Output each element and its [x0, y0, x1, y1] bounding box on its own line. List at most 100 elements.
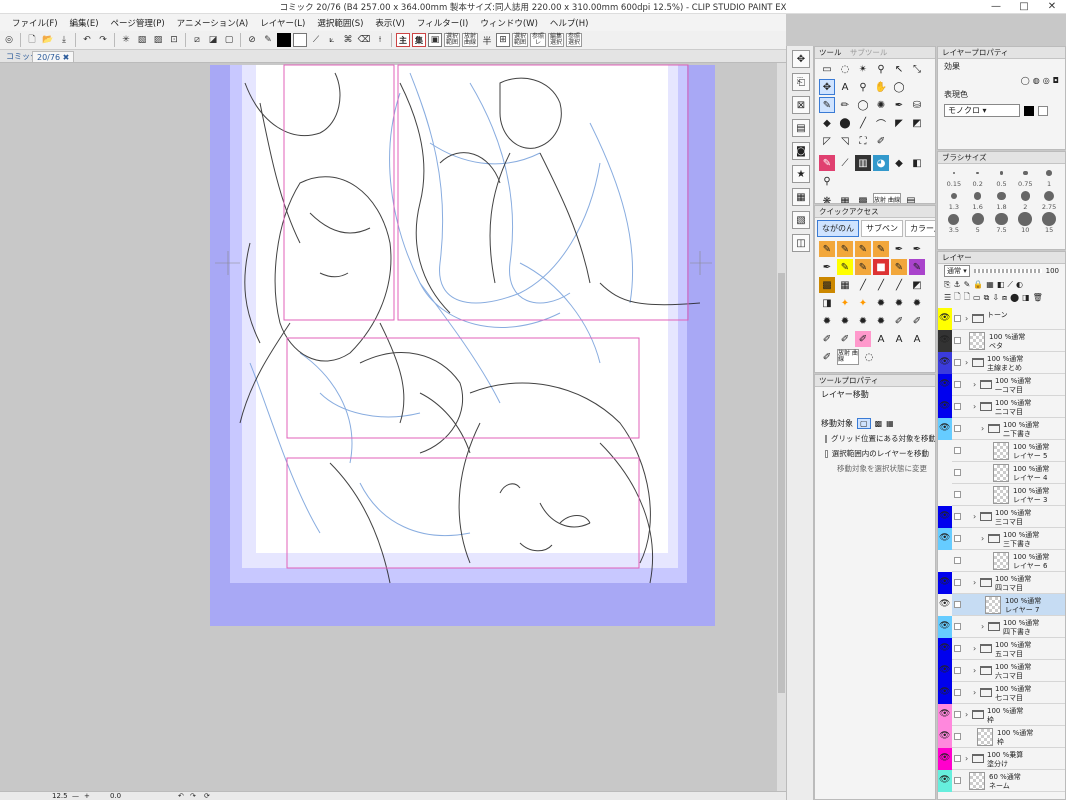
expression-dropdown[interactable]: モノクロ ▾ [944, 104, 1020, 117]
pen-preset-icon[interactable]: ✒ [909, 241, 925, 257]
rotate-icon[interactable]: ◯ [891, 79, 907, 95]
open-folder-icon[interactable]: 📂 [41, 33, 55, 47]
texture-icon[interactable]: ▦ [837, 277, 853, 293]
brush-size-option[interactable]: 1.6 [966, 189, 990, 211]
layer-row[interactable]: 100 %通常 レイヤー 3 [938, 484, 1065, 506]
layer-lock-checkbox[interactable] [954, 535, 961, 542]
expand-chevron-icon[interactable]: › [973, 578, 976, 587]
layer-row[interactable]: 👁 › 100 %通常枠 [938, 704, 1065, 726]
layer-lock-checkbox[interactable] [954, 425, 961, 432]
expand-chevron-icon[interactable]: › [973, 688, 976, 697]
selection-range-button-2[interactable]: 選択 範囲 [512, 33, 528, 47]
layer-clip-icon[interactable]: ⎘ [944, 280, 950, 290]
angle-value[interactable]: 0.0 [110, 792, 121, 800]
clear-icon[interactable]: ▧ [135, 33, 149, 47]
brush-size-option[interactable]: 3.5 [942, 212, 966, 234]
layer-row[interactable]: 👁 › 100 %通常 主線まとめ [938, 352, 1065, 374]
qa-tab-naganon[interactable]: ながのん [817, 220, 859, 237]
expand-chevron-icon[interactable]: › [973, 512, 976, 521]
brush-size-option[interactable]: 0.75 [1013, 166, 1037, 188]
expand-chevron-icon[interactable]: › [973, 402, 976, 411]
pattern-4-icon[interactable]: ▤ [903, 193, 919, 204]
reference-layer-button[interactable]: 参照 レ [530, 33, 546, 47]
layer-row[interactable]: 👁 100 %通常 レイヤー 7 [938, 594, 1065, 616]
visibility-eye-icon[interactable]: 👁 [939, 511, 950, 521]
correction-icon[interactable]: ✐ [873, 133, 889, 149]
layer-lock-checkbox[interactable] [954, 755, 961, 762]
text-icon[interactable]: A [837, 79, 853, 95]
move-tool-icon[interactable]: ✥ [792, 50, 810, 68]
layer-lock-checkbox[interactable] [954, 315, 961, 322]
visibility-eye-icon[interactable]: 👁 [939, 775, 950, 785]
layer-row[interactable]: 👁 100 %通常枠 [938, 726, 1065, 748]
visibility-eye-icon[interactable]: 👁 [939, 665, 950, 675]
layer-lock-checkbox[interactable] [954, 557, 961, 564]
menu-filter[interactable]: フィルター(I) [411, 17, 474, 29]
layer-lock-checkbox[interactable] [954, 667, 961, 674]
pink-pen-icon[interactable]: ✎ [819, 155, 835, 171]
layer-lock-checkbox[interactable] [954, 447, 961, 454]
zoom-in-icon[interactable]: + [84, 792, 90, 800]
visibility-eye-icon[interactable]: 👁 [939, 313, 950, 323]
zoom-icon[interactable]: ⚲ [855, 79, 871, 95]
marker-icon[interactable]: ✎ [837, 259, 853, 275]
transform-tool-icon[interactable]: ⊠ [792, 96, 810, 114]
layer-row[interactable]: 👁 › 100 %通常 二下書き [938, 418, 1065, 440]
layer-row[interactable]: 👁 › 100 %通常 七コマ目 [938, 682, 1065, 704]
layer-row[interactable]: 👁 › 100 %乗算 塗分け [938, 748, 1065, 770]
pen-preset-icon[interactable]: ✎ [855, 241, 871, 257]
combine-icon[interactable]: ⧈ [1002, 293, 1007, 303]
move-layer-icon[interactable]: ✥ [819, 79, 835, 95]
radial-curve-button[interactable]: 放射 曲線 [462, 33, 478, 47]
maximize-button[interactable]: □ [1010, 0, 1038, 14]
menu-window[interactable]: ウィンドウ(W) [474, 17, 544, 29]
sparkle-icon[interactable]: ✦ [837, 295, 853, 311]
visibility-eye-icon[interactable]: 👁 [939, 577, 950, 587]
layer-lock-checkbox[interactable] [954, 337, 961, 344]
expand-chevron-icon[interactable]: › [973, 666, 976, 675]
canvas-vertical-scrollbar[interactable] [777, 63, 786, 791]
menu-file[interactable]: ファイル(F) [6, 17, 64, 29]
expand-chevron-icon[interactable]: › [981, 622, 984, 631]
effect-border-icon[interactable]: ◯ [1021, 76, 1030, 85]
visibility-eye-icon[interactable]: 👁 [939, 753, 950, 763]
transform-icon[interactable]: ⊡ [167, 33, 181, 47]
zoom-out-icon[interactable]: — [72, 792, 79, 800]
star-icon[interactable]: ★ [792, 165, 810, 183]
layer-lock-checkbox[interactable] [954, 513, 961, 520]
scrollbar-thumb[interactable] [778, 273, 785, 693]
visibility-eye-icon[interactable]: 👁 [939, 599, 950, 609]
eraser-tool-icon[interactable]: ◆ [819, 115, 835, 131]
brush-size-option[interactable]: 1.3 [942, 189, 966, 211]
magic-wand-icon[interactable]: ✴ [855, 61, 871, 77]
gradient-icon[interactable]: ◩ [909, 115, 925, 131]
layer-lock-checkbox[interactable] [954, 491, 961, 498]
layer-lock-checkbox[interactable] [954, 733, 961, 740]
text-a-icon[interactable]: A [909, 331, 925, 347]
effect-line-icon[interactable]: ✐ [855, 331, 871, 347]
sparkle-icon[interactable]: ✦ [855, 295, 871, 311]
layer-lock-checkbox[interactable] [954, 359, 961, 366]
effect-line-icon[interactable]: ✐ [891, 313, 907, 329]
loading-icon[interactable]: ✳ [119, 33, 133, 47]
layer-ref-icon[interactable]: ⚓ [953, 280, 960, 289]
manuscript-canvas[interactable] [0, 63, 786, 791]
decoration-icon[interactable]: ✒ [891, 97, 907, 113]
visibility-eye-icon[interactable]: 👁 [939, 709, 950, 719]
opacity-slider[interactable] [973, 269, 1042, 273]
ruler-icon[interactable]: ⟋ [309, 33, 323, 47]
move-target-layer-icon[interactable]: ▢ [857, 418, 871, 429]
navigator-icon[interactable]: ▦ [792, 188, 810, 206]
minimize-button[interactable]: — [982, 0, 1010, 14]
burst-icon[interactable]: ✹ [837, 313, 853, 329]
line-preset-icon[interactable]: ╱ [873, 277, 889, 293]
pen-tool-icon[interactable]: ✎ [819, 97, 835, 113]
pen-preset-icon[interactable]: ✎ [837, 241, 853, 257]
reference-layer-icon[interactable]: ▣ [428, 33, 442, 47]
clip-icon[interactable]: ⎗ [792, 73, 810, 91]
layer-view-icon[interactable]: ☰ [944, 293, 951, 302]
visibility-eye-icon[interactable]: 👁 [939, 621, 950, 631]
qa-tab-color[interactable]: カラー用 [905, 220, 935, 237]
blend-icon[interactable]: ⬤ [837, 115, 853, 131]
layer-row[interactable]: 👁 › 100 %通常 六コマ目 [938, 660, 1065, 682]
